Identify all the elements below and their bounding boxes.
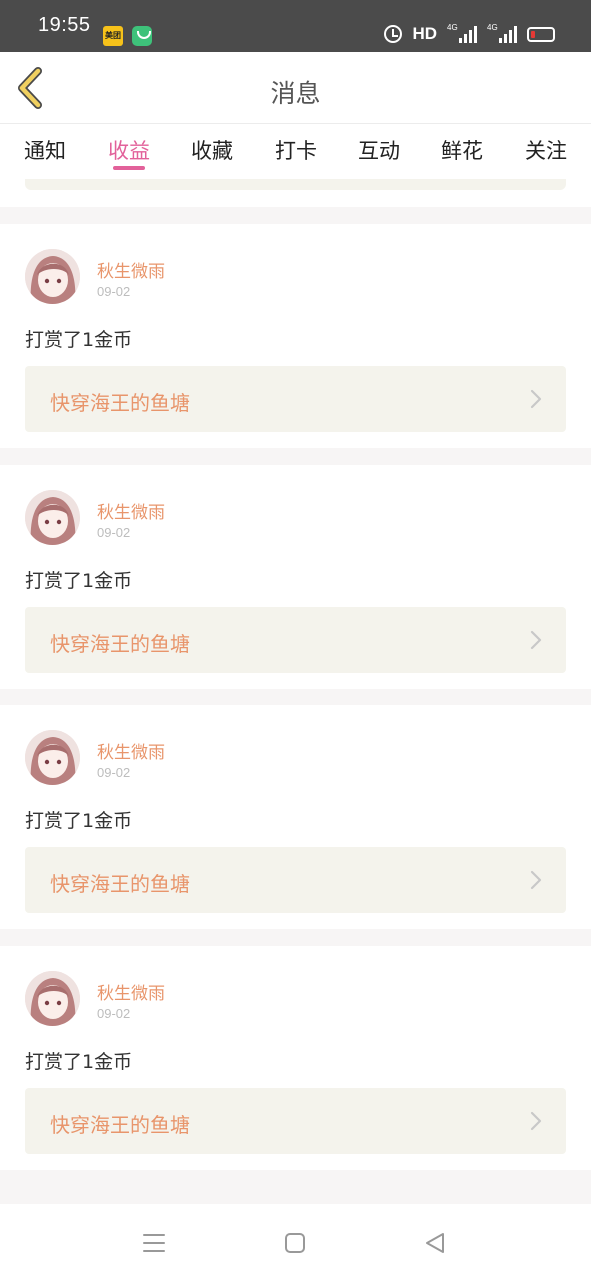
tab-favorites[interactable]: 收藏 — [191, 135, 233, 165]
chevron-right-icon — [530, 389, 542, 409]
avatar[interactable] — [25, 730, 80, 785]
reward-text: 打赏了1金币 — [25, 329, 133, 351]
system-nav-bar — [0, 1204, 591, 1280]
home-square-icon[interactable] — [284, 1232, 306, 1254]
avatar[interactable] — [25, 971, 80, 1026]
page-title: 消息 — [270, 79, 321, 108]
hd-indicator: HD — [412, 24, 437, 43]
status-icons: HD 4G 4G — [384, 23, 555, 44]
status-bar: 19:55 美团 HD 4G 4G — [0, 0, 591, 52]
back-triangle-icon[interactable] — [424, 1232, 446, 1254]
list-item: 秋生微雨 09-02 打赏了1金币 快穿海王的鱼塘 — [0, 224, 591, 448]
tab-checkin[interactable]: 打卡 — [275, 135, 317, 165]
app-header: 消息 — [0, 52, 591, 124]
message-date: 09-02 — [97, 525, 131, 540]
status-time: 19:55 — [38, 14, 91, 36]
alarm-icon — [384, 25, 403, 43]
tab-earnings[interactable]: 收益 — [108, 135, 150, 165]
list-item: 秋生微雨 09-02 打赏了1金币 快穿海王的鱼塘 — [0, 465, 591, 689]
chevron-right-icon — [530, 630, 542, 650]
reward-text: 打赏了1金币 — [25, 1051, 133, 1073]
chevron-right-icon — [530, 870, 542, 890]
message-date: 09-02 — [97, 284, 131, 299]
reward-text: 打赏了1金币 — [25, 810, 133, 832]
book-link[interactable]: 快穿海王的鱼塘 — [25, 366, 566, 432]
battery-icon — [527, 26, 555, 42]
partial-list-item — [0, 179, 591, 207]
signal-icon: 4G — [447, 23, 477, 43]
username-link[interactable]: 秋生微雨 — [97, 979, 165, 1004]
username-link[interactable]: 秋生微雨 — [97, 498, 165, 523]
network-type-label: 4G — [447, 23, 458, 32]
tab-interactions[interactable]: 互动 — [358, 135, 400, 165]
book-title: 快穿海王的鱼塘 — [50, 872, 190, 896]
partial-book-link[interactable] — [25, 179, 566, 190]
meituan-app-icon: 美团 — [103, 26, 123, 46]
active-tab-indicator — [113, 166, 145, 170]
menu-icon[interactable] — [143, 1232, 165, 1254]
network-type-label-2: 4G — [487, 23, 498, 32]
list-item: 秋生微雨 09-02 打赏了1金币 快穿海王的鱼塘 — [0, 705, 591, 929]
book-link[interactable]: 快穿海王的鱼塘 — [25, 607, 566, 673]
username-link[interactable]: 秋生微雨 — [97, 257, 165, 282]
book-link[interactable]: 快穿海王的鱼塘 — [25, 1088, 566, 1154]
message-date: 09-02 — [97, 765, 131, 780]
list-item: 秋生微雨 09-02 打赏了1金币 快穿海王的鱼塘 — [0, 946, 591, 1170]
tab-notifications[interactable]: 通知 — [24, 135, 66, 165]
book-link[interactable]: 快穿海王的鱼塘 — [25, 847, 566, 913]
tab-follows[interactable]: 关注 — [525, 135, 567, 165]
store-app-icon — [132, 26, 152, 46]
book-title: 快穿海王的鱼塘 — [50, 391, 190, 415]
signal-icon-2: 4G — [487, 23, 517, 43]
book-title: 快穿海王的鱼塘 — [50, 1113, 190, 1137]
tab-flowers[interactable]: 鲜花 — [441, 135, 483, 165]
username-link[interactable]: 秋生微雨 — [97, 738, 165, 763]
reward-text: 打赏了1金币 — [25, 570, 133, 592]
avatar[interactable] — [25, 249, 80, 304]
avatar[interactable] — [25, 490, 80, 545]
chevron-right-icon — [530, 1111, 542, 1131]
message-list[interactable]: 秋生微雨 09-02 打赏了1金币 快穿海王的鱼塘 秋生微雨 09-02 打赏了… — [0, 179, 591, 1204]
message-date: 09-02 — [97, 1006, 131, 1021]
tab-bar: 通知 收益 收藏 打卡 互动 鲜花 关注 — [0, 125, 591, 179]
book-title: 快穿海王的鱼塘 — [50, 632, 190, 656]
